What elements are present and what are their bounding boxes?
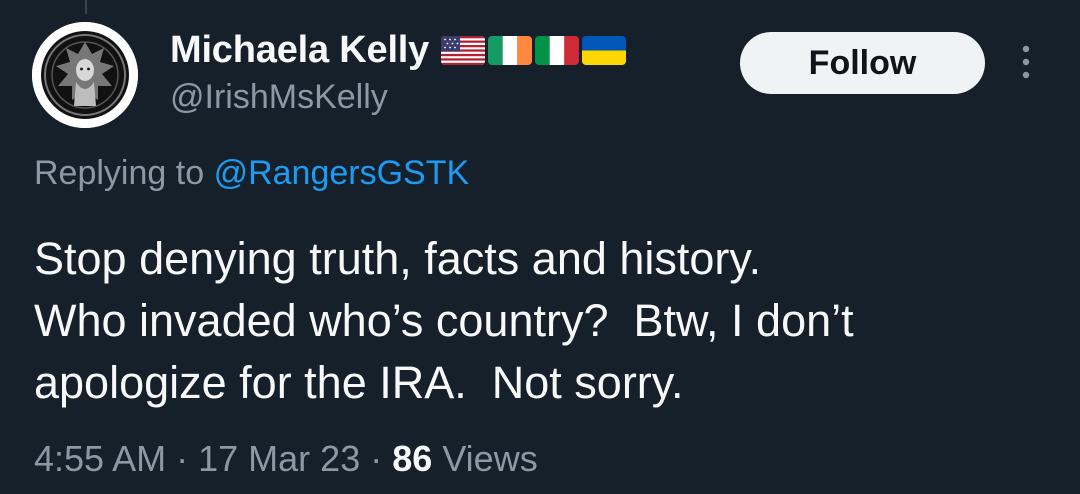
meta-separator: · [370, 438, 383, 479]
follow-button[interactable]: Follow [740, 32, 985, 94]
italy-flag-icon [535, 35, 580, 65]
author-flags [441, 35, 627, 65]
tweet-text: Stop denying truth, facts and history. W… [34, 228, 1054, 414]
us-flag-icon [441, 35, 486, 65]
tweet-text-line: Stop denying truth, facts and history. [34, 233, 762, 284]
thread-connector-line [85, 0, 87, 14]
replying-to-handle-link[interactable]: @RangersGSTK [214, 154, 470, 192]
author-handle[interactable]: @IrishMsKelly [170, 78, 388, 117]
ireland-flag-icon [488, 35, 533, 65]
ukraine-flag-icon [582, 35, 627, 65]
views-label[interactable]: Views [442, 438, 537, 479]
tweet-text-line: apologize for the IRA. Not sorry. [34, 357, 684, 408]
avatar[interactable] [32, 22, 138, 128]
tweet-date[interactable]: 17 Mar 23 [198, 438, 360, 479]
author-name-row: Michaela Kelly [170, 26, 627, 74]
author-display-name[interactable]: Michaela Kelly [170, 29, 429, 72]
replying-to-line: Replying to @RangersGSTK [34, 154, 469, 193]
avatar-image [32, 22, 138, 128]
tweet-meta: 4:55 AM · 17 Mar 23 · 86 Views [34, 438, 538, 480]
tweet-text-line: Who invaded who’s country? Btw, I don’t [34, 295, 854, 346]
tweet-time[interactable]: 4:55 AM [34, 438, 166, 479]
vertical-ellipsis-icon [1022, 45, 1030, 79]
more-options-button[interactable] [1006, 42, 1046, 82]
replying-to-label: Replying to [34, 154, 205, 192]
meta-separator: · [176, 438, 189, 479]
views-count[interactable]: 86 [392, 438, 432, 479]
